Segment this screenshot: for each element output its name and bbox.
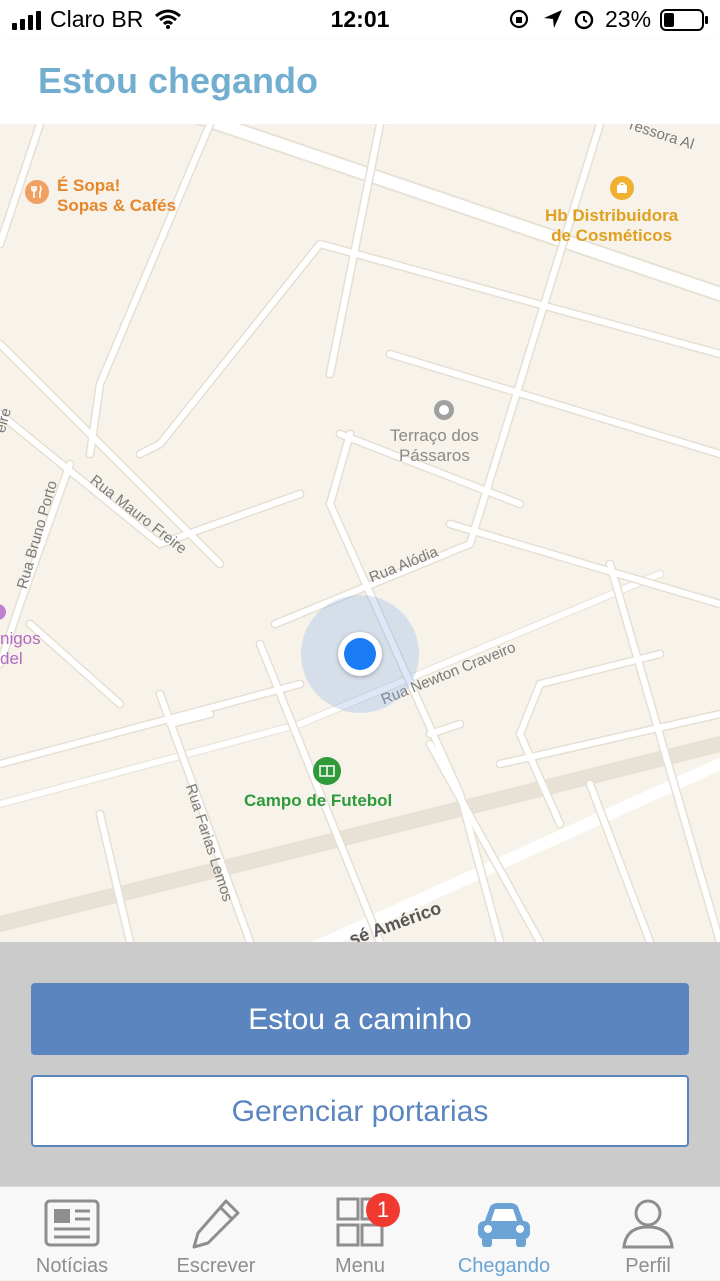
restaurant-icon[interactable]	[25, 180, 49, 204]
location-arrow-icon	[544, 10, 562, 28]
alarm-icon	[574, 10, 594, 30]
poi-label-e-sopa[interactable]: É Sopa! Sopas & Cafés	[57, 176, 176, 216]
tab-escrever[interactable]: Escrever	[144, 1187, 288, 1281]
tab-perfil[interactable]: Perfil	[576, 1187, 720, 1281]
soccer-field-icon[interactable]	[313, 757, 341, 785]
user-icon	[622, 1199, 674, 1249]
poi-name-partial-line1: nigos	[0, 629, 41, 648]
place-icon[interactable]	[433, 399, 455, 421]
tab-label: Perfil	[625, 1255, 671, 1277]
battery-icon	[660, 9, 708, 31]
poi-name-e-sopa-line1: É Sopa!	[57, 176, 121, 195]
poi-label-terraco[interactable]: Terraço dos Pássaros	[390, 426, 479, 466]
tab-label: Notícias	[35, 1255, 109, 1277]
manage-gates-button[interactable]: Gerenciar portarias	[31, 1075, 689, 1147]
tab-noticias[interactable]: Notícias	[0, 1187, 144, 1281]
battery-percent: 23%	[605, 6, 652, 32]
poi-name-campo: Campo de Futebol	[244, 791, 393, 810]
poi-name-hb-line1: Hb Distribuidora	[545, 206, 679, 225]
car-icon	[478, 1203, 530, 1247]
tab-label: Chegando	[457, 1255, 551, 1277]
action-panel: Estou a caminho Gerenciar portarias	[0, 942, 720, 1186]
current-location-marker[interactable]	[338, 632, 382, 676]
poi-label-partial[interactable]: nigos del	[0, 629, 41, 669]
nav-header: Estou chegando	[0, 40, 720, 124]
poi-label-hb[interactable]: Hb Distribuidora de Cosméticos	[545, 206, 678, 246]
poi-name-terraco-line2: Pássaros	[398, 446, 470, 465]
on-my-way-button[interactable]: Estou a caminho	[31, 983, 689, 1055]
partial-place-icon[interactable]	[0, 600, 8, 624]
poi-name-terraco-line1: Terraço dos	[390, 426, 479, 445]
poi-name-partial-line2: del	[0, 649, 23, 668]
pencil-icon	[192, 1199, 240, 1249]
poi-name-e-sopa-line2: Sopas & Cafés	[57, 196, 177, 215]
tab-chegando[interactable]: Chegando	[432, 1187, 576, 1281]
status-bar: Claro BR 12:01 23%	[0, 0, 720, 40]
poi-name-hb-line2: de Cosméticos	[551, 226, 673, 245]
tab-bar: Notícias Escrever 1 Menu Chegando Perfil	[0, 1186, 720, 1280]
poi-label-campo[interactable]: Campo de Futebol	[244, 791, 392, 811]
current-location-dot	[344, 638, 376, 670]
rotation-lock-icon	[509, 9, 529, 29]
tab-label: Escrever	[176, 1255, 256, 1277]
map-roads	[0, 124, 720, 942]
newspaper-icon	[44, 1199, 100, 1247]
tab-menu[interactable]: 1 Menu	[288, 1187, 432, 1281]
notification-badge: 1	[366, 1193, 400, 1227]
tab-label: Menu	[334, 1255, 386, 1277]
map-view[interactable]: É Sopa! Sopas & Cafés Hb Distribuidora d…	[0, 124, 720, 942]
shopping-bag-icon[interactable]	[610, 176, 634, 200]
page-title: Estou chegando	[38, 60, 319, 101]
